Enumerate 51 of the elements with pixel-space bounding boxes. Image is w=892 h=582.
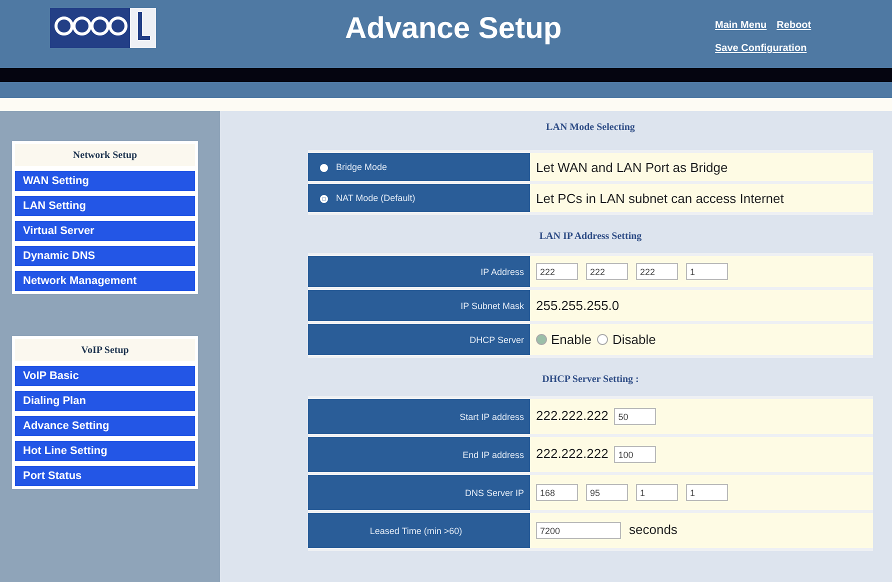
menu-item[interactable]: Advance Setting [15, 416, 195, 436]
header-link[interactable]: Main Menu [715, 20, 767, 31]
radio-label: Enable [551, 332, 592, 346]
input-field[interactable]: 222 [636, 263, 678, 280]
menu-item[interactable]: Virtual Server [15, 221, 195, 241]
ip-prefix: 222.222.222 [536, 408, 608, 423]
section-title: DHCP Server Setting : [541, 372, 640, 386]
unit-label: seconds [629, 522, 678, 537]
input-field[interactable]: 95 [586, 484, 628, 502]
menu-item[interactable]: LAN Setting [15, 196, 195, 216]
header-link[interactable]: Save Configuration [715, 43, 807, 54]
input-field[interactable]: 222 [586, 263, 628, 280]
input-field[interactable]: 7200 [536, 522, 621, 540]
menu-heading: VoIP Setup [15, 339, 195, 361]
menu-item[interactable]: Dialing Plan [15, 391, 195, 411]
section-title: LAN Mode Selecting [545, 120, 636, 134]
field-value: 255.255.255.0 [536, 298, 620, 313]
field-label: Bridge Mode [336, 162, 388, 172]
mode-description: Let PCs in LAN subnet can access Internet [536, 190, 784, 206]
field-label: DNS Server IP [464, 488, 524, 498]
ip-prefix: 222.222.222 [536, 446, 608, 461]
menu-item[interactable]: Hot Line Setting [15, 441, 195, 461]
input-field[interactable]: 1 [636, 484, 678, 502]
field-label: IP Address [480, 266, 524, 276]
section-title: LAN IP Address Setting [538, 230, 643, 244]
mode-description: Let WAN and LAN Port as Bridge [536, 160, 728, 174]
logo-icon [50, 8, 156, 48]
input-field[interactable]: 1 [686, 263, 728, 280]
menu-item[interactable]: Network Management [15, 271, 195, 291]
field-label: Leased Time (min >60) [370, 526, 462, 536]
radio-button[interactable] [597, 334, 608, 344]
input-field[interactable]: 50 [614, 408, 656, 426]
radio-label: Disable [612, 332, 656, 346]
input-field[interactable]: 222 [536, 263, 578, 280]
menu-item[interactable]: WAN Setting [15, 171, 195, 191]
menu-heading: Network Setup [15, 144, 195, 166]
header-link[interactable]: Reboot [776, 20, 812, 31]
field-label: Start IP address [460, 412, 524, 422]
menu-item[interactable]: Port Status [15, 466, 195, 486]
field-label: End IP address [462, 450, 524, 460]
input-field[interactable]: 1 [686, 484, 728, 502]
radio-button[interactable] [536, 334, 547, 344]
field-label: IP Subnet Mask [460, 300, 524, 310]
input-field[interactable]: 100 [614, 446, 656, 464]
page-title: Advance Setup [345, 12, 562, 46]
field-label: DHCP Server [470, 334, 524, 344]
menu-item[interactable]: VoIP Basic [15, 366, 195, 386]
field-label: NAT Mode (Default) [336, 193, 416, 203]
menu-item[interactable]: Dynamic DNS [15, 246, 195, 266]
radio-button[interactable] [320, 164, 328, 172]
input-field[interactable]: 168 [536, 484, 578, 502]
